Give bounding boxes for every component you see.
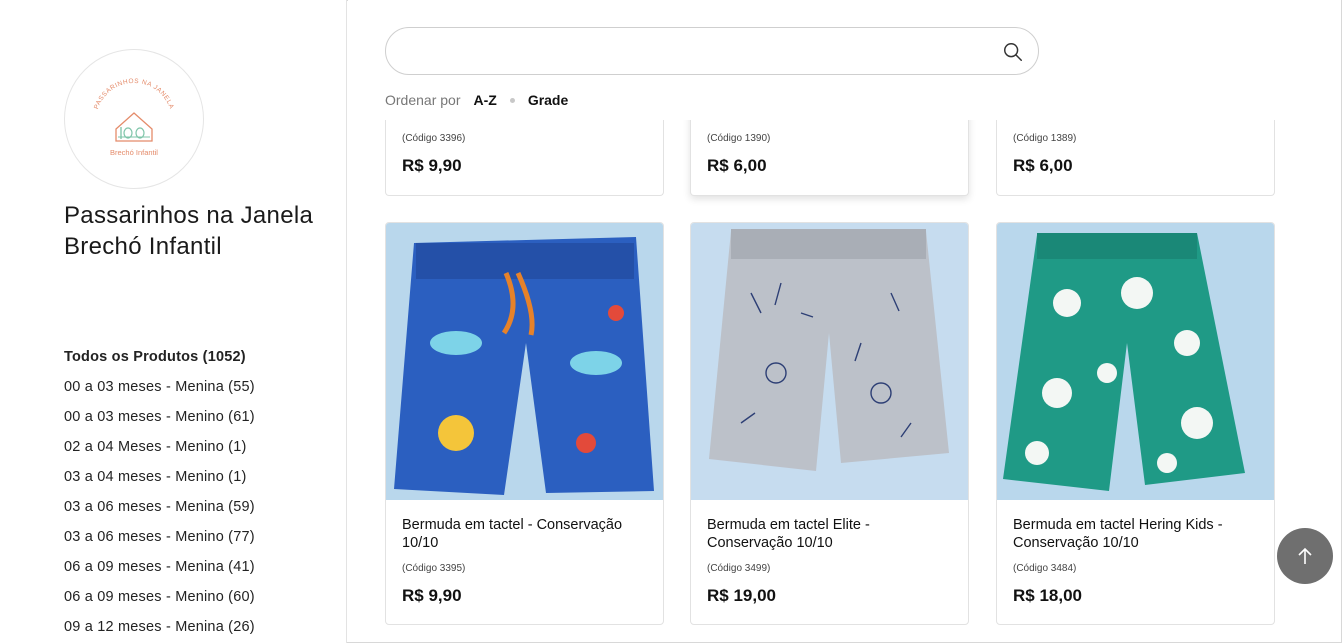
product-price: R$ 18,00 <box>1013 586 1082 605</box>
product-price: R$ 6,00 <box>1013 156 1073 175</box>
product-card[interactable]: (Código 1389) R$ 6,00 <box>996 110 1275 196</box>
category-item[interactable]: 06 a 09 meses - Menino (60) <box>64 586 255 616</box>
category-item[interactable]: 00 a 03 meses - Menino (61) <box>64 406 255 436</box>
product-title[interactable]: Bermuda em tactel - Conservação 10/10 <box>402 516 647 552</box>
product-title[interactable]: Bermuda em tactel Elite - Conservação 10… <box>707 516 952 552</box>
product-card[interactable]: Bermuda em tactel Elite - Conservação 10… <box>690 222 969 625</box>
product-price: R$ 9,90 <box>402 586 462 605</box>
product-card[interactable]: Bermuda em tactel Hering Kids - Conserva… <box>996 222 1275 625</box>
product-code: (Código 3499) <box>707 563 771 574</box>
product-code: (Código 3484) <box>1013 563 1077 574</box>
product-title[interactable]: Bermuda em tactel Hering Kids - Conserva… <box>1013 516 1258 552</box>
search-bar <box>385 27 1039 75</box>
svg-text:PASSARINHOS NA JANELA: PASSARINHOS NA JANELA <box>93 78 175 110</box>
product-image[interactable] <box>691 223 968 500</box>
product-card[interactable]: (Código 3396) R$ 9,90 <box>385 110 664 196</box>
sort-bar: Ordenar por A-Z Grade <box>385 92 568 108</box>
view-grid-option[interactable]: Grade <box>528 92 568 108</box>
category-item[interactable]: 02 a 04 Meses - Menino (1) <box>64 436 255 466</box>
product-card[interactable]: Bermuda em tactel - Conservação 10/10 (C… <box>385 222 664 625</box>
store-logo[interactable]: PASSARINHOS NA JANELA Brechó Infantil <box>64 49 204 189</box>
category-item[interactable]: 03 a 04 meses - Menino (1) <box>64 466 255 496</box>
arrow-up-icon <box>1298 547 1312 564</box>
store-logo-image: PASSARINHOS NA JANELA Brechó Infantil <box>93 78 175 157</box>
product-card[interactable]: (Código 1390) R$ 6,00 <box>690 110 969 196</box>
category-item[interactable]: 09 a 12 meses - Menina (26) <box>64 616 255 643</box>
category-item[interactable]: 03 a 06 meses - Menino (77) <box>64 526 255 556</box>
sidebar: PASSARINHOS NA JANELA Brechó Infantil Pa… <box>0 0 347 643</box>
separator-dot <box>509 97 515 103</box>
product-image[interactable] <box>386 223 663 500</box>
category-item[interactable]: 03 a 06 meses - Menina (59) <box>64 496 255 526</box>
product-code: (Código 3396) <box>402 133 466 144</box>
product-price: R$ 6,00 <box>707 156 767 175</box>
sort-label: Ordenar por <box>385 92 461 108</box>
scroll-to-top-button[interactable] <box>1277 528 1333 584</box>
sort-order-option[interactable]: A-Z <box>473 92 496 108</box>
product-code: (Código 3395) <box>402 563 466 574</box>
svg-text:Brechó Infantil: Brechó Infantil <box>110 148 158 157</box>
product-code: (Código 1389) <box>1013 133 1077 144</box>
category-item[interactable]: 06 a 09 meses - Menina (41) <box>64 556 255 586</box>
store-name[interactable]: Passarinhos na Janela Brechó Infantil <box>64 200 314 262</box>
search-icon[interactable] <box>1002 41 1024 63</box>
product-price: R$ 19,00 <box>707 586 776 605</box>
category-item[interactable]: 00 a 03 meses - Menina (55) <box>64 376 255 406</box>
search-input[interactable] <box>406 40 986 64</box>
product-code: (Código 1390) <box>707 133 771 144</box>
product-image[interactable] <box>997 223 1274 500</box>
category-list: Todos os Produtos (1052) 00 a 03 meses -… <box>64 346 255 643</box>
category-all-products[interactable]: Todos os Produtos (1052) <box>64 346 255 376</box>
product-price: R$ 9,90 <box>402 156 462 175</box>
